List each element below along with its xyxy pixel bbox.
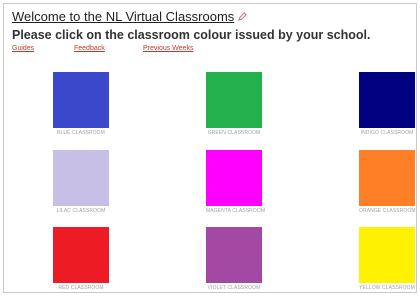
classroom-swatch[interactable]: [206, 227, 262, 283]
classroom-swatch[interactable]: [206, 150, 262, 206]
classroom-label: VIOLET CLASSROOM: [207, 285, 261, 291]
classroom-red[interactable]: RED CLASSROOM: [53, 227, 109, 291]
classroom-indigo[interactable]: INDIGO CLASSROOM: [359, 72, 415, 136]
edit-icon[interactable]: [238, 12, 248, 21]
classroom-swatch[interactable]: [53, 72, 109, 128]
classroom-label: ORANGE CLASSROOM: [359, 208, 416, 214]
classroom-label: GREEN CLASSROOM: [207, 130, 261, 136]
classroom-swatch[interactable]: [359, 72, 415, 128]
classroom-orange[interactable]: ORANGE CLASSROOM: [359, 150, 416, 214]
previous-weeks-link[interactable]: Previous Weeks: [143, 45, 193, 52]
classroom-swatch[interactable]: [359, 150, 415, 206]
classroom-magenta[interactable]: MAGENTA CLASSROOM: [206, 150, 266, 214]
classroom-lilac[interactable]: LILAC CLASSROOM: [53, 150, 109, 214]
classroom-violet[interactable]: VIOLET CLASSROOM: [206, 227, 262, 291]
classroom-label: INDIGO CLASSROOM: [360, 130, 414, 136]
classroom-swatch[interactable]: [53, 227, 109, 283]
classroom-blue[interactable]: BLUE CLASSROOM: [53, 72, 109, 136]
classroom-label: LILAC CLASSROOM: [56, 208, 106, 214]
feedback-link[interactable]: Feedback: [74, 45, 105, 52]
classroom-label: YELLOW CLASSROOM: [359, 285, 415, 291]
page-frame: Welcome to the NL Virtual Classrooms Ple…: [3, 3, 417, 293]
title-row: Welcome to the NL Virtual Classrooms: [12, 9, 248, 24]
classroom-swatch[interactable]: [359, 227, 415, 283]
classroom-label: MAGENTA CLASSROOM: [206, 208, 266, 214]
page-title: Welcome to the NL Virtual Classrooms: [12, 9, 235, 24]
classroom-swatch[interactable]: [53, 150, 109, 206]
classroom-label: RED CLASSROOM: [58, 285, 104, 291]
guides-link[interactable]: Guides: [12, 45, 34, 52]
classroom-yellow[interactable]: YELLOW CLASSROOM: [359, 227, 415, 291]
classroom-swatch[interactable]: [206, 72, 262, 128]
instruction-text: Please click on the classroom colour iss…: [12, 28, 371, 42]
classroom-label: BLUE CLASSROOM: [57, 130, 105, 136]
classroom-green[interactable]: GREEN CLASSROOM: [206, 72, 262, 136]
